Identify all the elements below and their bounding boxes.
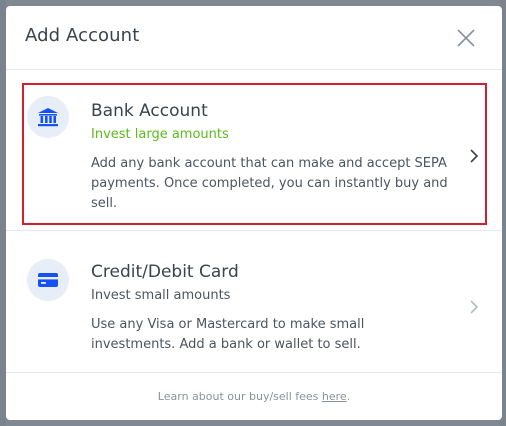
bank-account-subtitle: Invest large amounts bbox=[91, 127, 229, 142]
fees-link[interactable]: here bbox=[322, 390, 347, 403]
footer-text: Learn about our buy/sell fees bbox=[157, 390, 322, 403]
add-account-modal: Add Account Bank Account Invest large am… bbox=[6, 6, 502, 420]
bank-account-option[interactable]: Bank Account Invest large amounts Add an… bbox=[6, 70, 502, 230]
credit-card-icon bbox=[27, 259, 69, 301]
credit-debit-card-title: Credit/Debit Card bbox=[91, 262, 239, 282]
close-icon bbox=[457, 29, 475, 47]
bank-account-title: Bank Account bbox=[91, 101, 208, 121]
bank-icon bbox=[27, 96, 69, 138]
credit-debit-card-description: Use any Visa or Mastercard to make small… bbox=[91, 317, 365, 352]
chevron-right-icon bbox=[470, 300, 479, 314]
chevron-right-icon bbox=[470, 149, 479, 163]
footer-period: . bbox=[346, 390, 351, 403]
bank-account-description: Add any bank account that can make and a… bbox=[91, 156, 448, 211]
credit-debit-card-subtitle: Invest small amounts bbox=[91, 288, 231, 303]
modal-header: Add Account bbox=[6, 6, 502, 70]
fees-footer: Learn about our buy/sell fees here. bbox=[6, 372, 502, 420]
close-button[interactable] bbox=[454, 26, 478, 50]
modal-title: Add Account bbox=[25, 25, 140, 46]
credit-debit-card-option[interactable]: Credit/Debit Card Invest small amounts U… bbox=[6, 231, 502, 371]
